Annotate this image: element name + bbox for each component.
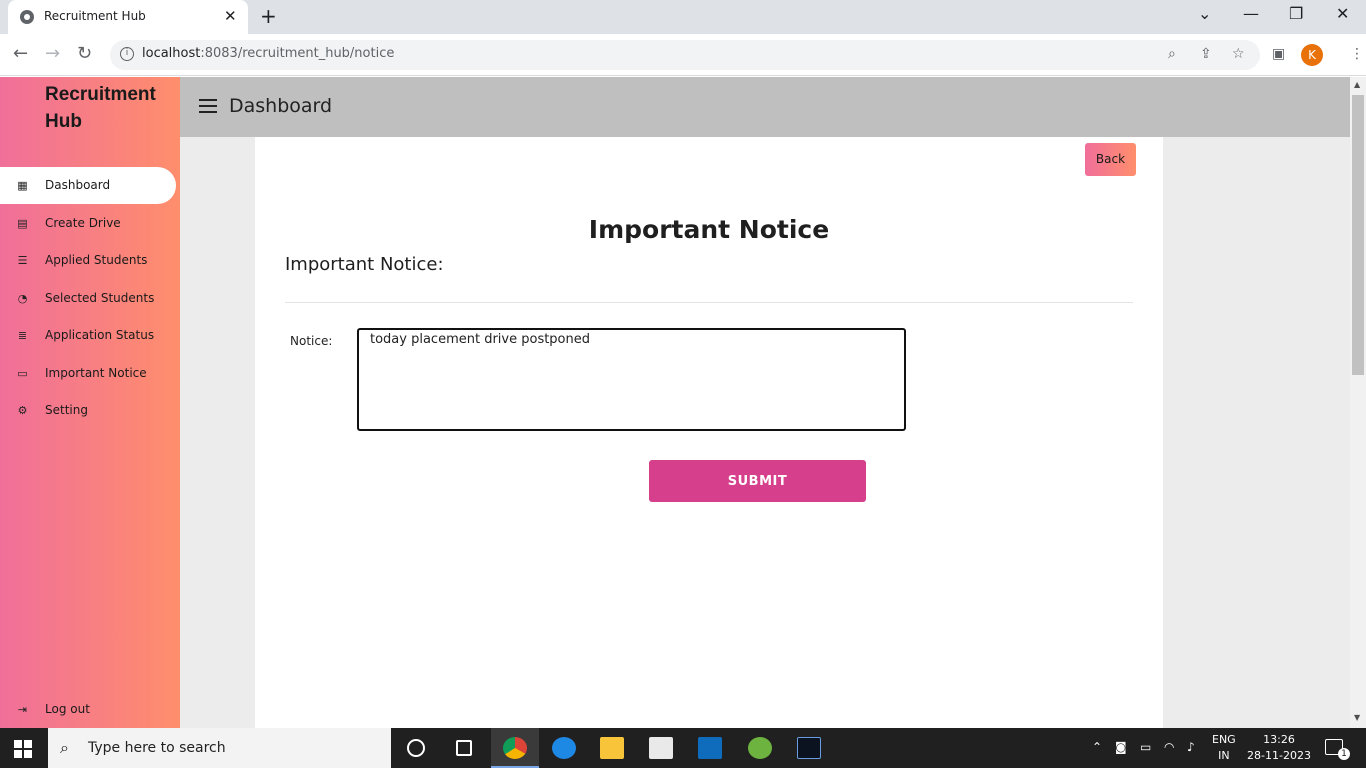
address-bar[interactable]: i localhost:8083/recruitment_hub/notice … bbox=[110, 40, 1260, 70]
chevron-up-icon[interactable]: ⌃ bbox=[1092, 740, 1102, 754]
wifi-icon[interactable]: ◠ bbox=[1164, 740, 1174, 754]
microsoft-store-icon[interactable] bbox=[637, 728, 685, 768]
speaker-icon[interactable]: ♪ bbox=[1187, 740, 1195, 754]
sidebar-item-label: Dashboard bbox=[45, 178, 111, 192]
site-info-icon[interactable]: i bbox=[120, 47, 134, 61]
sidebar-item-label: Log out bbox=[45, 702, 90, 716]
profile-avatar[interactable]: K bbox=[1301, 44, 1323, 66]
pie-chart-icon: ◔ bbox=[17, 292, 28, 305]
language-indicator[interactable]: ENG IN bbox=[1212, 732, 1236, 764]
spring-tool-suite-icon[interactable] bbox=[736, 728, 784, 768]
forward-arrow-icon[interactable]: → bbox=[45, 43, 60, 64]
minimize-button[interactable]: — bbox=[1243, 4, 1259, 23]
submit-button[interactable]: SUBMIT bbox=[649, 460, 866, 502]
new-tab-button[interactable]: + bbox=[260, 4, 277, 28]
notice-textarea[interactable] bbox=[357, 328, 906, 431]
mysql-terminal-icon[interactable] bbox=[785, 728, 833, 768]
logout-icon: ⇥ bbox=[17, 703, 28, 716]
search-icon: ⌕ bbox=[60, 738, 69, 757]
sidebar-item-important-notice[interactable]: ▭ Important Notice bbox=[0, 355, 176, 392]
browser-tab[interactable]: Recruitment Hub ✕ bbox=[8, 0, 248, 34]
menu-kebab-icon[interactable]: ⋮ bbox=[1350, 46, 1364, 62]
sidebar-item-label: Selected Students bbox=[45, 291, 155, 305]
sidebar-item-label: Setting bbox=[45, 403, 88, 417]
windows-taskbar: ⌕ Type here to search ⌃ ◙ ▭ ◠ ♪ ENG IN 1… bbox=[0, 728, 1366, 768]
zoom-icon[interactable]: ⌕ bbox=[1168, 46, 1176, 62]
clock-time: 13:26 bbox=[1263, 733, 1295, 746]
clock[interactable]: 13:26 28-11-2023 bbox=[1244, 732, 1314, 764]
sidebar: Recruitment Hub ▦ Dashboard ▤ Create Dri… bbox=[0, 77, 180, 728]
scroll-down-arrow-icon[interactable]: ▼ bbox=[1354, 713, 1360, 722]
edge-taskbar-icon[interactable] bbox=[540, 728, 588, 768]
grid-icon: ▦ bbox=[17, 179, 28, 192]
page-title: Important Notice bbox=[588, 215, 830, 244]
gear-icon: ⚙ bbox=[17, 404, 28, 417]
notice-card: Back Important Notice Important Notice: … bbox=[255, 137, 1163, 728]
back-button[interactable]: Back bbox=[1085, 143, 1136, 176]
bookmark-star-icon[interactable]: ☆ bbox=[1232, 46, 1245, 62]
address-bar-row: ← → ↻ i localhost:8083/recruitment_hub/n… bbox=[0, 34, 1366, 76]
tab-close-icon[interactable]: ✕ bbox=[224, 7, 237, 25]
sidebar-item-label: Create Drive bbox=[45, 216, 121, 230]
sidebar-item-application-status[interactable]: ≣ Application Status bbox=[0, 317, 176, 354]
section-subtitle: Important Notice: bbox=[285, 254, 444, 275]
sidebar-item-dashboard[interactable]: ▦ Dashboard bbox=[0, 167, 176, 204]
windows-start-icon[interactable] bbox=[14, 740, 32, 758]
top-header: Dashboard bbox=[180, 77, 1350, 137]
url-text[interactable]: localhost:8083/recruitment_hub/notice bbox=[142, 46, 394, 61]
chrome-taskbar-icon[interactable] bbox=[491, 728, 539, 768]
hamburger-menu-icon[interactable] bbox=[199, 99, 217, 113]
page-scrollbar[interactable]: ▲ ▼ bbox=[1350, 77, 1366, 728]
battery-icon[interactable]: ▭ bbox=[1140, 740, 1151, 754]
sidebar-item-setting[interactable]: ⚙ Setting bbox=[0, 392, 176, 429]
scroll-thumb[interactable] bbox=[1352, 95, 1364, 375]
taskbar-search-box[interactable]: ⌕ Type here to search bbox=[48, 728, 391, 768]
back-arrow-icon[interactable]: ← bbox=[13, 43, 28, 64]
header-title: Dashboard bbox=[229, 95, 333, 117]
mail-icon[interactable] bbox=[686, 728, 734, 768]
cortana-icon[interactable] bbox=[392, 728, 440, 768]
brand-title: Recruitment Hub bbox=[45, 84, 156, 132]
database-icon: ≣ bbox=[17, 329, 28, 342]
scroll-up-arrow-icon[interactable]: ▲ bbox=[1354, 80, 1360, 89]
tab-search-icon[interactable]: ⌄ bbox=[1198, 4, 1211, 23]
sidebar-item-label: Applied Students bbox=[45, 253, 148, 267]
list-icon: ☰ bbox=[17, 254, 28, 267]
task-view-icon[interactable] bbox=[440, 728, 488, 768]
sidebar-item-label: Application Status bbox=[45, 328, 155, 342]
security-icon[interactable]: ◙ bbox=[1115, 740, 1127, 754]
sidebar-item-logout[interactable]: ⇥ Log out bbox=[0, 691, 176, 728]
comment-icon: ▭ bbox=[17, 367, 28, 380]
close-window-button[interactable]: ✕ bbox=[1336, 4, 1349, 23]
archive-icon: ▤ bbox=[17, 217, 28, 230]
browser-tab-bar: Recruitment Hub ✕ + ⌄ — ❐ ✕ bbox=[0, 0, 1366, 34]
divider bbox=[285, 302, 1133, 303]
share-icon[interactable]: ⇪ bbox=[1200, 46, 1212, 62]
reload-icon[interactable]: ↻ bbox=[77, 43, 92, 64]
sidebar-item-applied-students[interactable]: ☰ Applied Students bbox=[0, 242, 176, 279]
notification-count-badge: 1 bbox=[1338, 748, 1350, 760]
sidebar-item-selected-students[interactable]: ◔ Selected Students bbox=[0, 280, 176, 317]
globe-icon bbox=[20, 10, 34, 24]
tab-title: Recruitment Hub bbox=[44, 9, 146, 23]
side-panel-icon[interactable]: ▣ bbox=[1272, 46, 1285, 62]
restore-button[interactable]: ❐ bbox=[1289, 4, 1303, 23]
taskbar-search-placeholder: Type here to search bbox=[88, 740, 226, 756]
notice-label: Notice: bbox=[290, 334, 333, 348]
clock-date: 28-11-2023 bbox=[1247, 749, 1311, 762]
file-explorer-icon[interactable] bbox=[588, 728, 636, 768]
sidebar-item-label: Important Notice bbox=[45, 366, 147, 380]
sidebar-item-create-drive[interactable]: ▤ Create Drive bbox=[0, 205, 176, 242]
